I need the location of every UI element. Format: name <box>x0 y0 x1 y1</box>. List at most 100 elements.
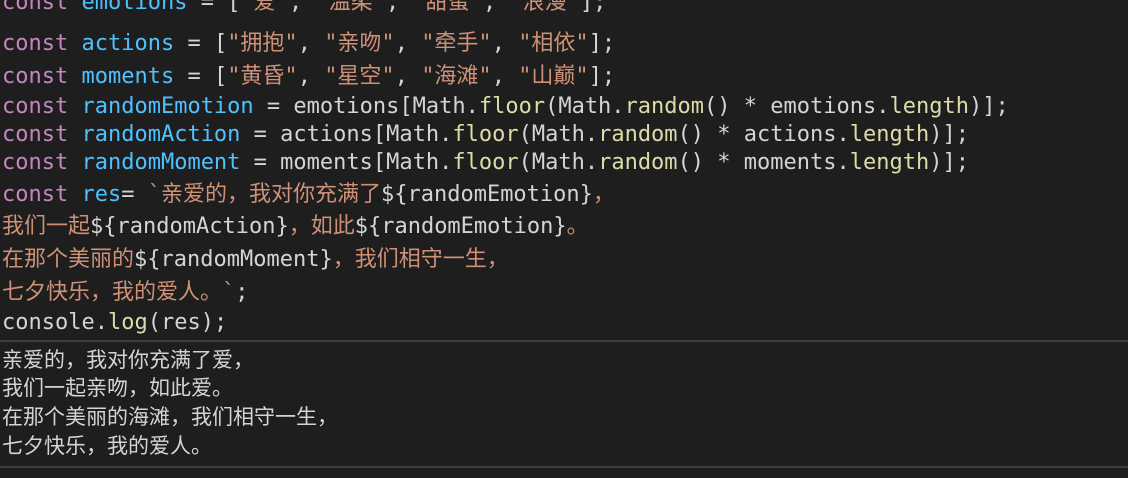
code-token: ; <box>235 280 249 305</box>
code-token: , <box>394 64 422 89</box>
code-token: randomEmotion <box>81 94 254 119</box>
code-token: floor <box>478 94 546 119</box>
code-token: 我们一起 <box>2 214 91 239</box>
code-token: "浪漫" <box>509 0 580 15</box>
code-token: ${randomEmotion} <box>354 214 567 239</box>
code-token: const <box>2 64 69 89</box>
code-token: , <box>491 64 519 89</box>
code-token: , <box>491 31 519 56</box>
console-output-line: 我们一起亲吻，如此爱。 <box>2 376 233 400</box>
code-token: "山巅" <box>518 64 589 89</box>
code-line: const randomMoment = moments[Math.floor(… <box>2 148 969 178</box>
code-token: "牵手" <box>421 31 492 56</box>
code-token: actions <box>81 31 175 56</box>
code-token: )]; <box>929 150 969 175</box>
code-token: length <box>849 122 930 147</box>
code-token: (Math. <box>545 94 625 119</box>
code-token: () * moments. <box>677 150 850 175</box>
code-token: 在那个美丽的 <box>2 247 135 272</box>
code-token: ， <box>592 182 615 207</box>
code-token: ]; <box>579 0 607 15</box>
code-line: 七夕快乐，我的爱人。`; <box>2 278 249 308</box>
code-token: "相依" <box>518 31 589 56</box>
code-token: random <box>598 122 678 147</box>
code-token: , <box>297 31 325 56</box>
code-token: ，我们相守一生， <box>332 247 509 272</box>
code-token: floor <box>452 122 519 147</box>
code-line: 我们一起${randomAction}，如此${randomEmotion}。 <box>2 212 589 242</box>
code-token: , <box>288 0 316 15</box>
code-line: const randomEmotion = emotions[Math.floo… <box>2 92 1009 122</box>
code-editor[interactable]: const emotions = ["爱", "温柔", "甜蜜", "浪漫"]… <box>0 0 1128 340</box>
code-token: = <box>121 182 148 207</box>
code-token: log <box>107 310 148 335</box>
code-line: 在那个美丽的${randomMoment}，我们相守一生， <box>2 245 509 275</box>
code-token: ]; <box>588 31 616 56</box>
code-token: console. <box>2 310 108 335</box>
code-token: (Math. <box>518 150 599 175</box>
code-line: const emotions = ["爱", "温柔", "甜蜜", "浪漫"]… <box>2 0 606 18</box>
code-token: length <box>889 94 969 119</box>
code-token: const <box>2 150 69 175</box>
code-token: const <box>2 122 69 147</box>
code-token: )]; <box>929 122 969 147</box>
code-token: , <box>394 31 422 56</box>
console-output-line: 亲爱的，我对你充满了爱， <box>2 348 254 372</box>
code-token: "甜蜜" <box>412 0 483 15</box>
code-token: = moments[Math. <box>240 150 453 175</box>
code-token: moments <box>81 64 175 89</box>
code-line: console.log(res); <box>2 308 227 338</box>
code-token: = [ <box>174 31 228 56</box>
code-line: const randomAction = actions[Math.floor(… <box>2 120 969 150</box>
code-token: `亲爱的，我对你充满了 <box>147 182 381 207</box>
console-output-line: 七夕快乐，我的爱人。 <box>2 434 212 458</box>
code-token: ，如此 <box>288 214 355 239</box>
code-token: res <box>81 182 122 207</box>
code-line: const moments = ["黄昏", "星空", "海滩", "山巅"]… <box>2 62 615 92</box>
code-token: const <box>2 94 69 119</box>
code-token: = actions[Math. <box>240 122 453 147</box>
code-token: ]; <box>588 64 616 89</box>
code-token: "黄昏" <box>227 64 298 89</box>
code-editor-screen: const emotions = ["爱", "温柔", "甜蜜", "浪漫"]… <box>0 0 1128 478</box>
code-token: randomAction <box>81 122 241 147</box>
code-line: const actions = ["拥抱", "亲吻", "牵手", "相依"]… <box>2 29 615 59</box>
code-token: ${randomAction} <box>90 214 289 239</box>
console-output-line: 在那个美丽的海滩，我们相守一生， <box>2 405 338 429</box>
code-token: "亲吻" <box>324 31 395 56</box>
code-token: , <box>297 64 325 89</box>
code-token: (Math. <box>518 122 599 147</box>
code-token: "拥抱" <box>227 31 298 56</box>
code-token: = emotions[Math. <box>253 94 479 119</box>
code-token: (res); <box>147 310 228 335</box>
code-line: const res= `亲爱的，我对你充满了${randomEmotion}， <box>2 180 615 210</box>
code-token: "海滩" <box>421 64 492 89</box>
code-token: const <box>2 31 69 56</box>
code-token: "温柔" <box>315 0 386 15</box>
code-token: , <box>482 0 510 15</box>
code-token: ${randomMoment} <box>134 247 333 272</box>
code-token: emotions <box>81 0 188 15</box>
code-token: 。 <box>566 214 589 239</box>
code-token: length <box>849 150 930 175</box>
code-token: const <box>2 182 69 207</box>
console-output: 亲爱的，我对你充满了爱， 我们一起亲吻，如此爱。在那个美丽的海滩，我们相守一生， 七… <box>0 342 1128 466</box>
console-bottom-divider <box>0 466 1128 468</box>
code-token: = [ <box>174 64 228 89</box>
code-token: random <box>624 94 705 119</box>
code-token: = [ <box>187 0 241 15</box>
code-token: floor <box>452 150 519 175</box>
code-token: , <box>385 0 413 15</box>
code-token: () * emotions. <box>704 94 890 119</box>
code-token: () * actions. <box>677 122 850 147</box>
code-token: const <box>2 0 69 15</box>
code-token: random <box>598 150 678 175</box>
code-token: 七夕快乐，我的爱人。` <box>2 280 236 305</box>
code-token: "星空" <box>324 64 395 89</box>
